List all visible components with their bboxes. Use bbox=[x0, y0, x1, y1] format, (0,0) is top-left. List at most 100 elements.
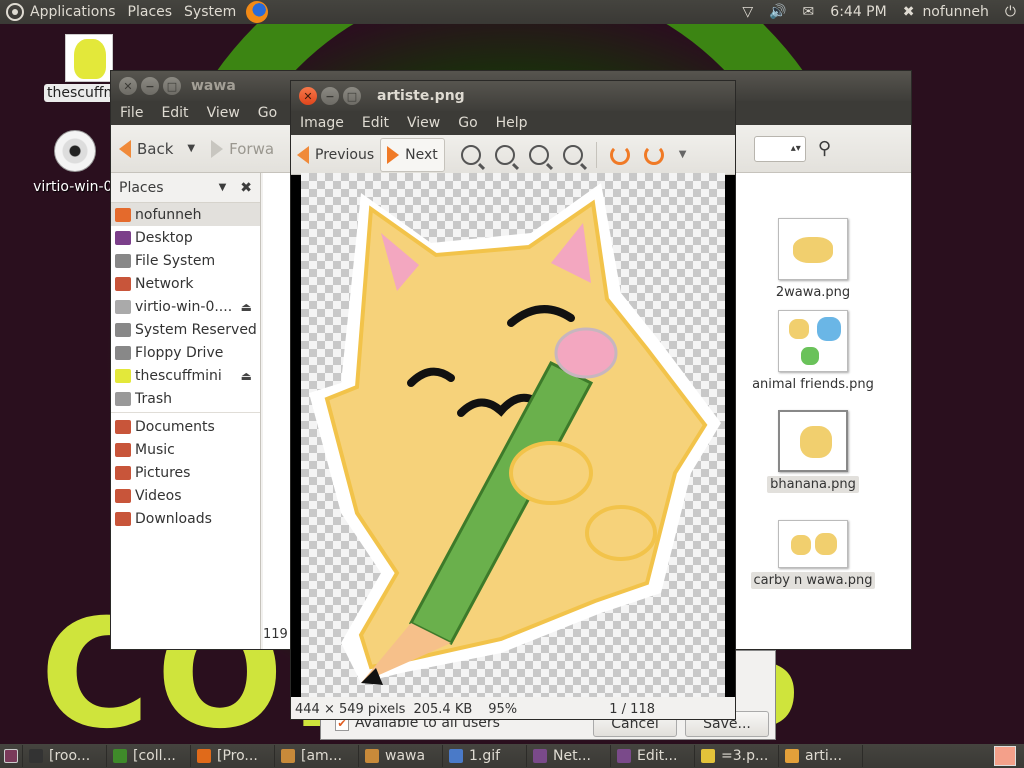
chevron-down-icon[interactable]: ▼ bbox=[679, 149, 687, 160]
taskbar-item[interactable]: wawa bbox=[359, 745, 443, 767]
image-viewer-toolbar: Previous Next ▼ bbox=[291, 135, 735, 175]
sidebar-item[interactable]: thescuffmini ⏏ bbox=[111, 364, 260, 387]
sidebar-item[interactable]: Floppy Drive bbox=[111, 341, 260, 364]
power-icon[interactable]: ⏻ bbox=[997, 0, 1024, 24]
taskbar-item[interactable]: arti... bbox=[779, 745, 863, 767]
show-desktop-button[interactable] bbox=[0, 745, 23, 767]
close-icon[interactable]: ✕ bbox=[119, 77, 137, 95]
zoom-normal-icon[interactable] bbox=[528, 144, 549, 165]
file-item[interactable]: bhanana.png bbox=[748, 410, 878, 493]
firefox-icon[interactable] bbox=[246, 1, 269, 23]
network-icon[interactable]: ▽ bbox=[734, 0, 761, 24]
zoom-out-icon[interactable] bbox=[494, 144, 515, 165]
path-combo[interactable]: ▴▾ bbox=[753, 135, 806, 162]
eject-icon[interactable]: ⏏ bbox=[241, 369, 252, 383]
taskbar-item[interactable]: [roo... bbox=[23, 745, 107, 767]
sidebar-item[interactable]: Downloads bbox=[111, 507, 260, 530]
taskbar-item-label: 1.gif bbox=[469, 748, 501, 764]
taskbar-item[interactable]: [am... bbox=[275, 745, 359, 767]
mail-icon[interactable]: ✉ bbox=[795, 0, 823, 24]
sidebar-item[interactable]: Trash bbox=[111, 387, 260, 410]
file-item[interactable]: carby n wawa.png bbox=[748, 520, 878, 589]
file-item[interactable]: animal friends.png bbox=[748, 310, 878, 393]
taskbar-item[interactable]: =3.p... bbox=[695, 745, 779, 767]
applications-menu[interactable]: Applications bbox=[24, 0, 122, 24]
back-button[interactable]: Back ▼ bbox=[111, 139, 203, 158]
eject-icon[interactable]: ⏏ bbox=[241, 300, 252, 314]
sidebar-item[interactable]: Music bbox=[111, 438, 260, 461]
place-icon bbox=[115, 368, 131, 383]
minimize-icon[interactable]: − bbox=[141, 77, 159, 95]
place-icon bbox=[115, 465, 131, 480]
top-panel: Applications Places System ▽ 🔊 ✉ 6:44 PM… bbox=[0, 0, 1024, 24]
sidebar-item[interactable]: System Reserved bbox=[111, 318, 260, 341]
menu-view[interactable]: View bbox=[398, 115, 449, 131]
system-menu[interactable]: System bbox=[178, 0, 242, 24]
back-label: Back bbox=[137, 139, 174, 158]
taskbar-item[interactable]: [coll... bbox=[107, 745, 191, 767]
status-text: 119 bbox=[263, 627, 288, 642]
close-icon[interactable]: ✕ bbox=[299, 87, 317, 105]
sidebar-item[interactable]: virtio-win-0.... ⏏ bbox=[111, 295, 260, 318]
user-name[interactable]: nofunneh bbox=[914, 0, 996, 24]
taskbar-app-icon bbox=[113, 749, 127, 763]
previous-button[interactable]: Previous bbox=[291, 138, 380, 172]
minimize-icon[interactable]: − bbox=[321, 87, 339, 105]
menu-view[interactable]: View bbox=[198, 105, 249, 121]
taskbar-item[interactable]: Net... bbox=[527, 745, 611, 767]
zoom-fit-icon[interactable] bbox=[562, 144, 583, 165]
taskbar-item[interactable]: 1.gif bbox=[443, 745, 527, 767]
menu-help[interactable]: Help bbox=[487, 115, 537, 131]
user-icon[interactable]: ✖ bbox=[895, 0, 915, 24]
zoom-in-icon[interactable] bbox=[460, 144, 481, 165]
menu-go[interactable]: Go bbox=[449, 115, 486, 131]
taskbar-item-label: [Pro... bbox=[217, 748, 258, 764]
zoom-level: 95% bbox=[488, 701, 518, 717]
previous-label: Previous bbox=[315, 146, 375, 163]
maximize-icon[interactable]: □ bbox=[163, 77, 181, 95]
forward-button[interactable]: Forwa bbox=[203, 139, 282, 158]
close-sidebar-icon[interactable]: ✖ bbox=[240, 180, 252, 196]
places-header[interactable]: Places ▼ ✖ bbox=[111, 173, 260, 203]
workspace-switcher[interactable] bbox=[994, 746, 1016, 766]
place-icon bbox=[115, 511, 131, 526]
search-icon[interactable]: ⚲ bbox=[818, 138, 831, 159]
sidebar-item[interactable]: nofunneh bbox=[111, 203, 260, 226]
window-title: artiste.png bbox=[377, 88, 465, 104]
place-icon bbox=[115, 230, 131, 245]
rotate-left-icon[interactable] bbox=[609, 144, 630, 165]
file-item[interactable]: 2wawa.png bbox=[748, 218, 878, 301]
image-viewer-titlebar[interactable]: ✕ − □ artiste.png bbox=[291, 81, 735, 111]
ubuntu-logo-icon[interactable] bbox=[6, 3, 24, 21]
menu-edit[interactable]: Edit bbox=[152, 105, 197, 121]
chevron-down-icon[interactable]: ▼ bbox=[219, 182, 227, 193]
clock[interactable]: 6:44 PM bbox=[822, 0, 894, 24]
rotate-right-icon[interactable] bbox=[643, 144, 664, 165]
place-icon bbox=[115, 276, 131, 291]
image-thumbnail bbox=[778, 410, 848, 472]
sidebar-item-label: System Reserved bbox=[135, 321, 257, 338]
sidebar-item[interactable]: Documents bbox=[111, 415, 260, 438]
desktop-icon-virtio[interactable]: virtio-win-0. bbox=[30, 130, 120, 196]
menu-file[interactable]: File bbox=[111, 105, 152, 121]
chevron-down-icon[interactable]: ▼ bbox=[187, 143, 195, 154]
taskbar-item[interactable]: [Pro... bbox=[191, 745, 275, 767]
sidebar-item[interactable]: Network bbox=[111, 272, 260, 295]
sidebar-item[interactable]: File System bbox=[111, 249, 260, 272]
menu-go[interactable]: Go bbox=[249, 105, 286, 121]
sidebar-item[interactable]: Pictures bbox=[111, 461, 260, 484]
sidebar-item[interactable]: Videos bbox=[111, 484, 260, 507]
menu-edit[interactable]: Edit bbox=[353, 115, 398, 131]
sidebar-item[interactable]: Desktop bbox=[111, 226, 260, 249]
taskbar-item[interactable]: Edit... bbox=[611, 745, 695, 767]
menu-image[interactable]: Image bbox=[291, 115, 353, 131]
places-menu[interactable]: Places bbox=[122, 0, 179, 24]
image-canvas[interactable] bbox=[301, 173, 725, 697]
volume-icon[interactable]: 🔊 bbox=[761, 0, 794, 24]
cd-icon bbox=[54, 130, 96, 172]
maximize-icon[interactable]: □ bbox=[343, 87, 361, 105]
place-icon bbox=[115, 488, 131, 503]
taskbar-app-icon bbox=[785, 749, 799, 763]
taskbar-item-label: Edit... bbox=[637, 748, 678, 764]
next-button[interactable]: Next bbox=[380, 137, 445, 172]
